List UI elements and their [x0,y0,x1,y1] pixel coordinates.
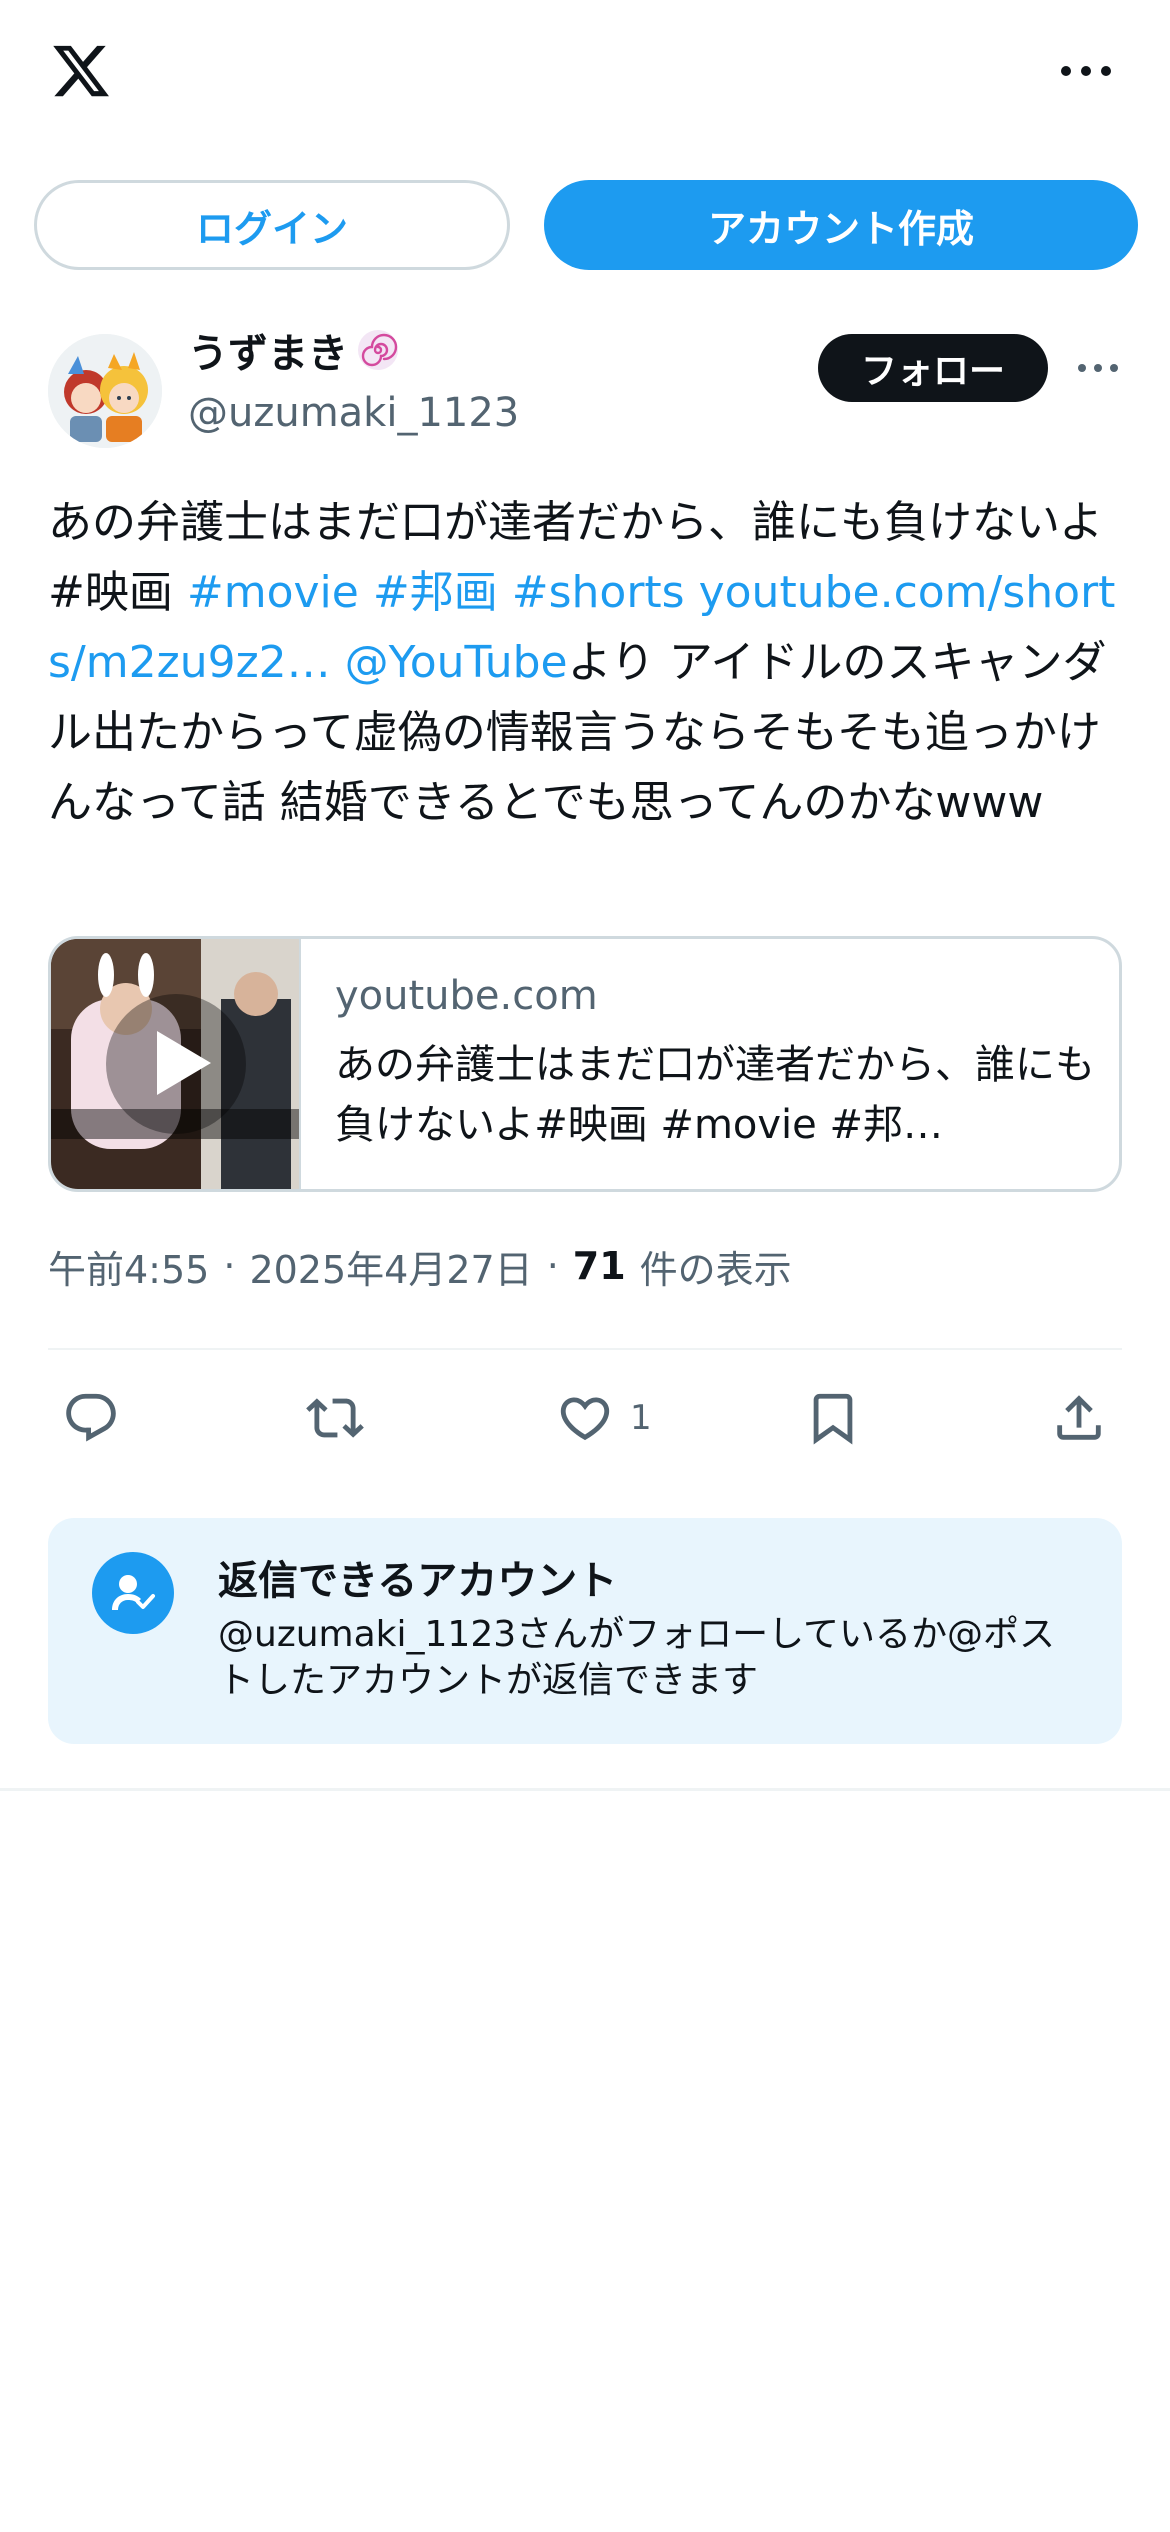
retweet-button[interactable] [306,1386,364,1450]
link-card[interactable]: youtube.com あの弁護士はまだ口が達者だから、誰にも負けないよ#映画 … [48,936,1122,1192]
meta-separator: · [546,1244,559,1288]
card-title: あの弁護士はまだ口が達者だから、誰にも負けないよ#映画 #movie #邦… [335,1042,1095,1148]
reply-restriction-icon [92,1552,174,1634]
login-button[interactable]: ログイン [34,180,510,270]
x-logo-icon[interactable] [48,40,114,102]
post-meta: 午前4:55 · 2025年4月27日 · 71 件の表示 [48,1236,792,1296]
author-display-name[interactable]: うずまき [188,321,348,379]
reply-button[interactable] [62,1386,120,1450]
views-count: 71 [572,1244,626,1288]
spiral-emoji-icon [358,330,398,370]
avatar[interactable] [48,334,162,448]
top-bar [0,0,1170,160]
divider [0,1788,1170,1791]
author-handle[interactable]: @uzumaki_1123 [188,390,519,436]
post-text-segment [685,567,699,618]
bookmark-button[interactable] [804,1386,862,1450]
card-domain: youtube.com [335,973,598,1019]
divider [48,1348,1122,1350]
retweet-icon [306,1398,364,1438]
post-text-segment [498,567,512,618]
post-text-segment [331,637,345,688]
post-link[interactable]: #movie [187,567,359,618]
views-label: 件の表示 [639,1247,792,1292]
reply-restriction-title: 返信できるアカウント [218,1558,618,1604]
share-button[interactable] [1050,1386,1108,1450]
post-text-segment [359,567,373,618]
post-text: あの弁護士はまだ口が達者だから、誰にも負けないよ#映画 #movie #邦画 #… [48,488,1128,838]
post-link[interactable]: @YouTube [345,637,568,688]
post-time[interactable]: 午前4:55 [48,1239,209,1294]
follow-button[interactable]: フォロー [818,334,1048,402]
more-horizontal-icon[interactable] [1058,56,1114,86]
card-thumbnail [51,939,301,1189]
like-button[interactable]: 1 [556,1386,652,1450]
heart-icon [560,1397,610,1441]
post-more-icon[interactable] [1076,356,1120,380]
author-name[interactable]: うずまき [188,322,400,378]
reply-restriction-body: @uzumaki_1123さんがフォローしているか@ポストしたアカウントが返信で… [218,1614,1056,1701]
like-count: 1 [630,1398,652,1438]
post-link[interactable]: #邦画 [373,567,498,618]
signup-button[interactable]: アカウント作成 [544,180,1138,270]
reply-icon [66,1393,116,1442]
avatar-image [48,334,162,448]
person-check-icon [112,1575,155,1610]
share-icon [1057,1395,1101,1440]
post-date[interactable]: 2025年4月27日 [249,1239,532,1294]
play-icon[interactable] [139,1023,219,1103]
bookmark-icon [813,1393,853,1445]
meta-separator: · [223,1244,236,1288]
post-link[interactable]: #shorts [512,567,685,618]
reply-restriction-notice: 返信できるアカウント @uzumaki_1123さんがフォローしているか@ポスト… [48,1518,1122,1744]
